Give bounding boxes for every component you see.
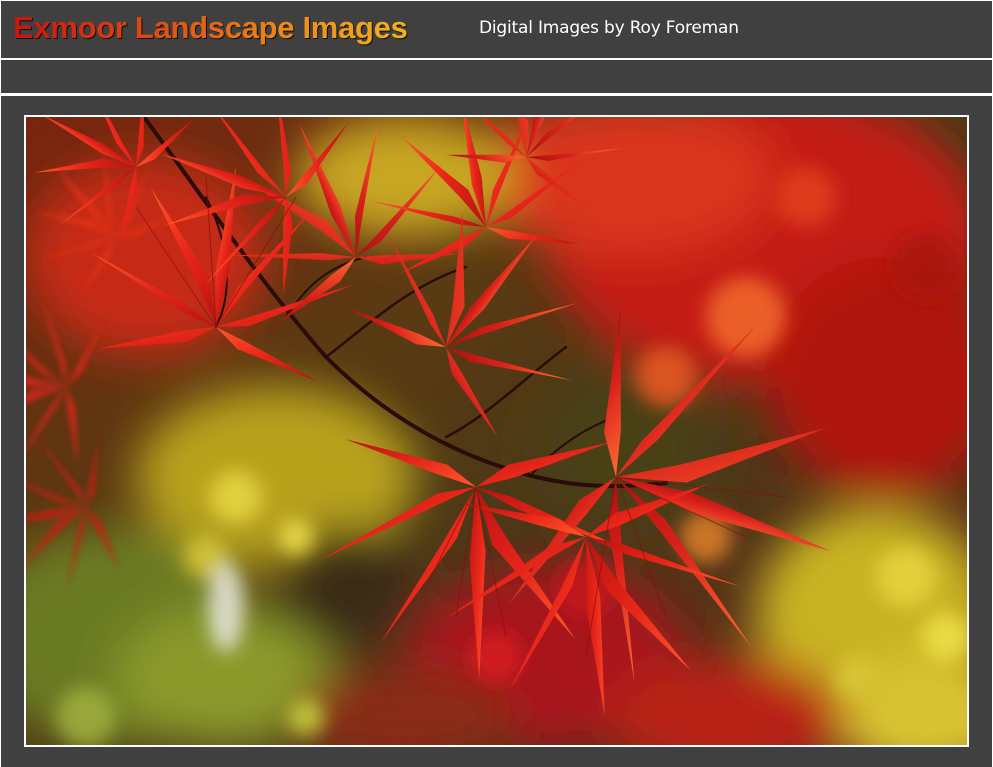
- main-content: [1, 96, 992, 767]
- site-header: Exmoor Landscape Images Digital Images b…: [1, 1, 992, 58]
- page: Exmoor Landscape Images Digital Images b…: [0, 0, 993, 767]
- red-maple-leaves-photo: [26, 117, 967, 745]
- featured-photo: [24, 115, 969, 747]
- navigation-bar: [1, 60, 992, 93]
- site-title[interactable]: Exmoor Landscape Images: [13, 8, 408, 48]
- site-subtitle: Digital Images by Roy Foreman: [479, 18, 739, 38]
